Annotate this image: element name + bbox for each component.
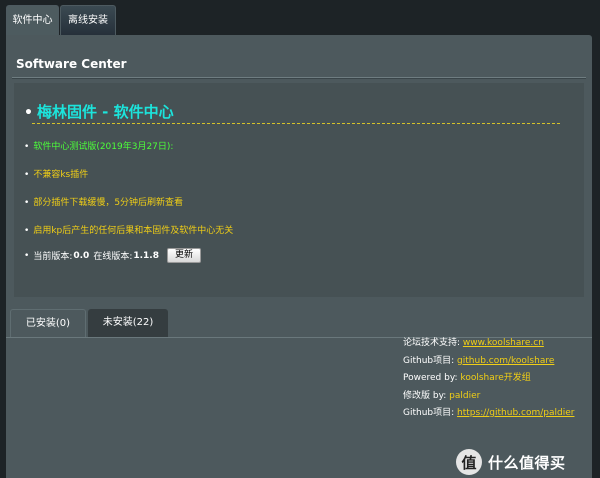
forum-label: 论坛技术支持: [403,338,461,348]
forum-row: 论坛技术支持: www.koolshare.cn [403,335,574,353]
note-text: 部分插件下载缓慢，5分钟后刷新查看 [33,198,184,208]
update-button[interactable]: 更新 [166,248,201,263]
github-paldier-link[interactable]: https://github.com/paldier [457,408,574,418]
modified-value: paldier [449,390,481,401]
github-label: Github项目: [403,355,455,366]
github-row: Github项目: https://github.com/paldier [403,405,574,423]
watermark: 值 什么值得买 [456,446,600,478]
bullet-icon: • [24,105,33,121]
note-item: • 软件中心测试版(2019年3月27日): [24,139,173,152]
tab-software-center[interactable]: 软件中心 [6,5,59,35]
note-text: 不兼容ks插件 [33,170,89,180]
modified-label: 修改版 by: [403,390,447,401]
powered-value: koolshare开发组 [460,373,531,383]
powered-label: Powered by: [403,373,458,383]
bullet-icon: • [24,170,30,180]
page-title: Software Center [16,57,127,71]
heading-text: 梅林固件 - 软件中心 [36,103,174,121]
watermark-text: 什么值得买 [488,453,566,472]
section-heading: • 梅林固件 - 软件中心 [24,101,174,122]
online-version-value: 1.1.8 [133,250,159,261]
tab-installed[interactable]: 已安装(0) [10,309,86,337]
bullet-icon: • [24,198,30,208]
bullet-icon: • [24,250,30,261]
heading-divider [32,123,560,124]
note-item: • 启用kp后产生的任何后果和本固件及软件中心无关 [24,223,233,236]
github-label: Github项目: [403,408,455,418]
tab-offline-install[interactable]: 离线安装 [60,5,116,35]
modified-row: 修改版 by: paldier [403,388,574,406]
current-version-label: 当前版本: [33,252,73,262]
note-text: 软件中心测试版(2019年3月27日): [33,142,174,152]
github-row: Github项目: github.com/koolshare [403,353,574,371]
footer-credits: 论坛技术支持: www.koolshare.cn Github项目: githu… [403,335,574,423]
current-version-value: 0.0 [73,250,90,261]
note-item: • 不兼容ks插件 [24,167,88,180]
note-text: 启用kp后产生的任何后果和本固件及软件中心无关 [33,226,234,236]
bullet-icon: • [24,142,30,152]
powered-row: Powered by: koolshare开发组 [403,370,574,388]
forum-link[interactable]: www.koolshare.cn [463,338,544,348]
version-row: • 当前版本: 0.0 在线版本: 1.1.8 更新 [24,248,201,263]
bullet-icon: • [24,226,30,236]
info-box: • 梅林固件 - 软件中心 • 软件中心测试版(2019年3月27日): • 不兼容k… [14,83,584,297]
watermark-logo-icon: 值 [456,449,482,475]
note-item: • 部分插件下载缓慢，5分钟后刷新查看 [24,195,183,208]
tab-not-installed[interactable]: 未安装(22) [88,309,168,337]
github-koolshare-link[interactable]: github.com/koolshare [457,356,554,366]
online-version-label: 在线版本: [93,252,133,262]
title-divider [12,77,586,79]
